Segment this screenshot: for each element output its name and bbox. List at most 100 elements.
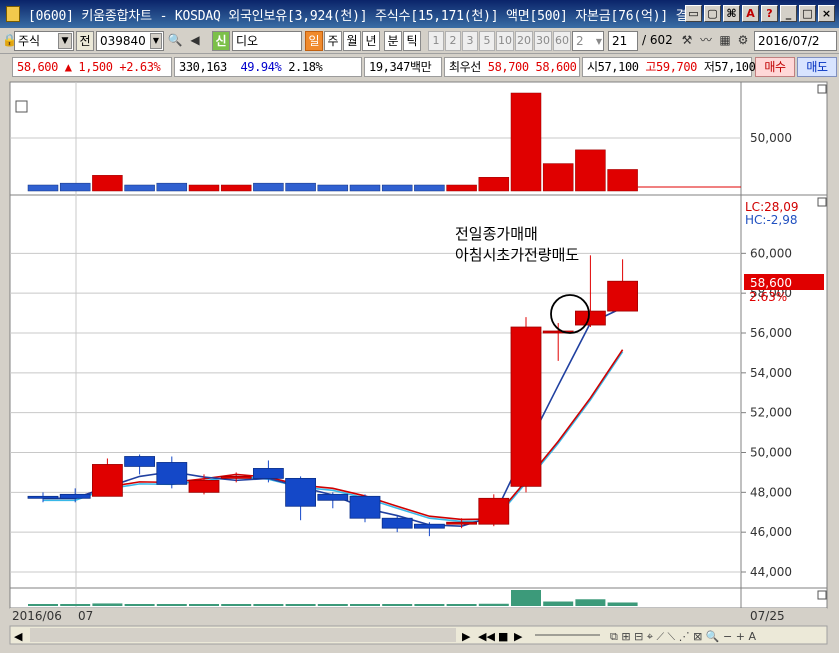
sell-button[interactable]: 매도 bbox=[797, 57, 837, 77]
ohl-stats: 시57,100 고59,700 저57,100 bbox=[582, 57, 756, 77]
volume-stats: 330,163 49.94% 2.18% bbox=[174, 57, 362, 77]
interval-3[interactable]: 3 bbox=[462, 31, 478, 51]
volume-bar bbox=[543, 601, 574, 606]
minimize-button[interactable]: _ bbox=[780, 5, 797, 22]
volume-bar bbox=[446, 604, 477, 606]
market-select[interactable]: 주식 ▼ bbox=[14, 31, 74, 51]
scroll-track[interactable] bbox=[30, 628, 456, 642]
chevron-down-icon[interactable]: ▼ bbox=[150, 33, 162, 49]
best-bid: 58,600 bbox=[535, 60, 577, 74]
high-price: 고59,700 bbox=[645, 60, 698, 74]
window-icon[interactable]: ▢ bbox=[704, 5, 721, 22]
link-icon[interactable]: ⌘ bbox=[723, 5, 740, 22]
market-value: 주식 bbox=[18, 34, 41, 48]
interval-5[interactable]: 5 bbox=[479, 31, 495, 51]
candle-body bbox=[575, 310, 606, 326]
interval-2[interactable]: 2 bbox=[445, 31, 461, 51]
window-title: [0600] 키움종합차트 - KOSDAQ 외국인보유[3,924(천)] 주… bbox=[28, 9, 688, 24]
best-quote-label: 최우선 bbox=[449, 60, 481, 74]
drawing-tools-icons[interactable]: ⧉ ⊞ ⊟ ⌖ ⟋ ⟍ ⋰ ⊠ 🔍 − + A bbox=[610, 629, 756, 643]
indicator-bar bbox=[607, 169, 638, 192]
period-day[interactable]: 일 bbox=[305, 31, 323, 51]
volume-bar bbox=[92, 603, 123, 606]
chart-menu-icon[interactable] bbox=[15, 100, 28, 113]
price-chart[interactable]: 60,00058,00056,00054,00052,00050,00048,0… bbox=[0, 80, 839, 653]
pane-close-icon[interactable] bbox=[817, 197, 827, 207]
indicator-bar bbox=[156, 182, 188, 192]
indicator-bar bbox=[542, 163, 574, 192]
lock-icon[interactable]: 🔒 bbox=[2, 31, 17, 51]
chevron-down-icon[interactable]: ▼ bbox=[596, 33, 602, 51]
candle-body bbox=[124, 456, 155, 467]
layout-icon[interactable]: ▭ bbox=[685, 5, 702, 22]
tool-icon[interactable]: ⚒ bbox=[678, 32, 696, 50]
indicator-bar bbox=[349, 184, 381, 192]
price-axis-label: 52,000 bbox=[750, 406, 792, 420]
stop-icon[interactable]: ■ bbox=[498, 630, 508, 643]
date-input[interactable]: 2016/07/2 bbox=[754, 31, 837, 51]
trend-icon[interactable]: 〰 bbox=[697, 32, 715, 50]
stock-name-field[interactable]: 디오 bbox=[232, 31, 302, 51]
play-icon[interactable]: ▶ bbox=[514, 630, 523, 643]
stock-code-input[interactable]: 039840 ▼ bbox=[96, 31, 164, 51]
speaker-icon[interactable]: ◀ bbox=[186, 32, 204, 50]
low-price: 저57,100 bbox=[703, 60, 756, 74]
price-axis-label: 48,000 bbox=[750, 485, 792, 499]
scroll-left-icon[interactable]: ◀ bbox=[14, 630, 23, 643]
count-total: / 602 bbox=[642, 33, 673, 47]
best-ask: 58,700 bbox=[487, 60, 529, 74]
search-icon[interactable]: 🔍 bbox=[166, 32, 184, 50]
alert-icon[interactable]: A bbox=[742, 5, 759, 22]
interval-10[interactable]: 10 bbox=[496, 31, 514, 51]
period-year[interactable]: 년 bbox=[362, 31, 380, 51]
price-axis-label: 44,000 bbox=[750, 565, 792, 579]
scroll-right-icon[interactable]: ▶ bbox=[462, 630, 471, 643]
count-input[interactable]: 21 bbox=[608, 31, 638, 51]
period-tick[interactable]: 틱 bbox=[403, 31, 421, 51]
period-minute[interactable]: 분 bbox=[384, 31, 402, 51]
period-week[interactable]: 주 bbox=[324, 31, 342, 51]
indicator-bar bbox=[317, 184, 349, 192]
chart-canvas bbox=[9, 81, 828, 609]
code-label-button[interactable]: 전 bbox=[76, 31, 94, 51]
interval-1[interactable]: 1 bbox=[428, 31, 444, 51]
volume-bar bbox=[382, 604, 413, 606]
rewind-icon[interactable]: ◀◀ bbox=[478, 630, 495, 643]
interval-20[interactable]: 20 bbox=[515, 31, 533, 51]
candle-body bbox=[285, 477, 317, 507]
grid-icon[interactable]: ▦ bbox=[716, 32, 734, 50]
candle-body bbox=[59, 493, 91, 499]
app-icon bbox=[6, 6, 20, 22]
buy-button[interactable]: 매수 bbox=[755, 57, 795, 77]
pane-close-icon[interactable] bbox=[817, 590, 827, 600]
annotation-line-2: 아침시초가전량매도 bbox=[455, 246, 579, 264]
period-month[interactable]: 월 bbox=[343, 31, 361, 51]
price-axis-label: 56,000 bbox=[750, 326, 792, 340]
trade-amount: 19,347백만 bbox=[364, 57, 442, 77]
close-button[interactable]: × bbox=[818, 5, 835, 22]
interval-30[interactable]: 30 bbox=[534, 31, 552, 51]
help-icon[interactable]: ? bbox=[761, 5, 778, 22]
chevron-down-icon[interactable]: ▼ bbox=[58, 33, 72, 49]
candle-body bbox=[349, 495, 381, 519]
volume-bar bbox=[156, 604, 187, 606]
hc-label: HC:-2,98 bbox=[745, 213, 798, 227]
candle-body bbox=[381, 517, 413, 529]
volume-bar bbox=[189, 604, 219, 606]
interval-input[interactable]: 2 ▼ bbox=[572, 31, 604, 51]
annotation-line-1: 전일종가매매 bbox=[455, 225, 538, 243]
current-price: 58,600 bbox=[17, 60, 58, 74]
gear-icon[interactable]: ⚙ bbox=[734, 32, 752, 50]
lc-label: LC:28,09 bbox=[745, 200, 798, 214]
candle-body bbox=[220, 475, 252, 479]
indicator-bar bbox=[446, 184, 477, 192]
maximize-button[interactable]: □ bbox=[799, 5, 816, 22]
volume-bar bbox=[478, 603, 509, 606]
candle-body bbox=[478, 497, 510, 525]
indicator-bar bbox=[27, 184, 59, 192]
pane-close-icon[interactable] bbox=[817, 84, 827, 94]
date-right: 07/25 bbox=[750, 609, 785, 623]
turnover-ratio: 2.18% bbox=[288, 60, 323, 74]
price-axis-label: 54,000 bbox=[750, 366, 792, 380]
interval-60[interactable]: 60 bbox=[553, 31, 571, 51]
